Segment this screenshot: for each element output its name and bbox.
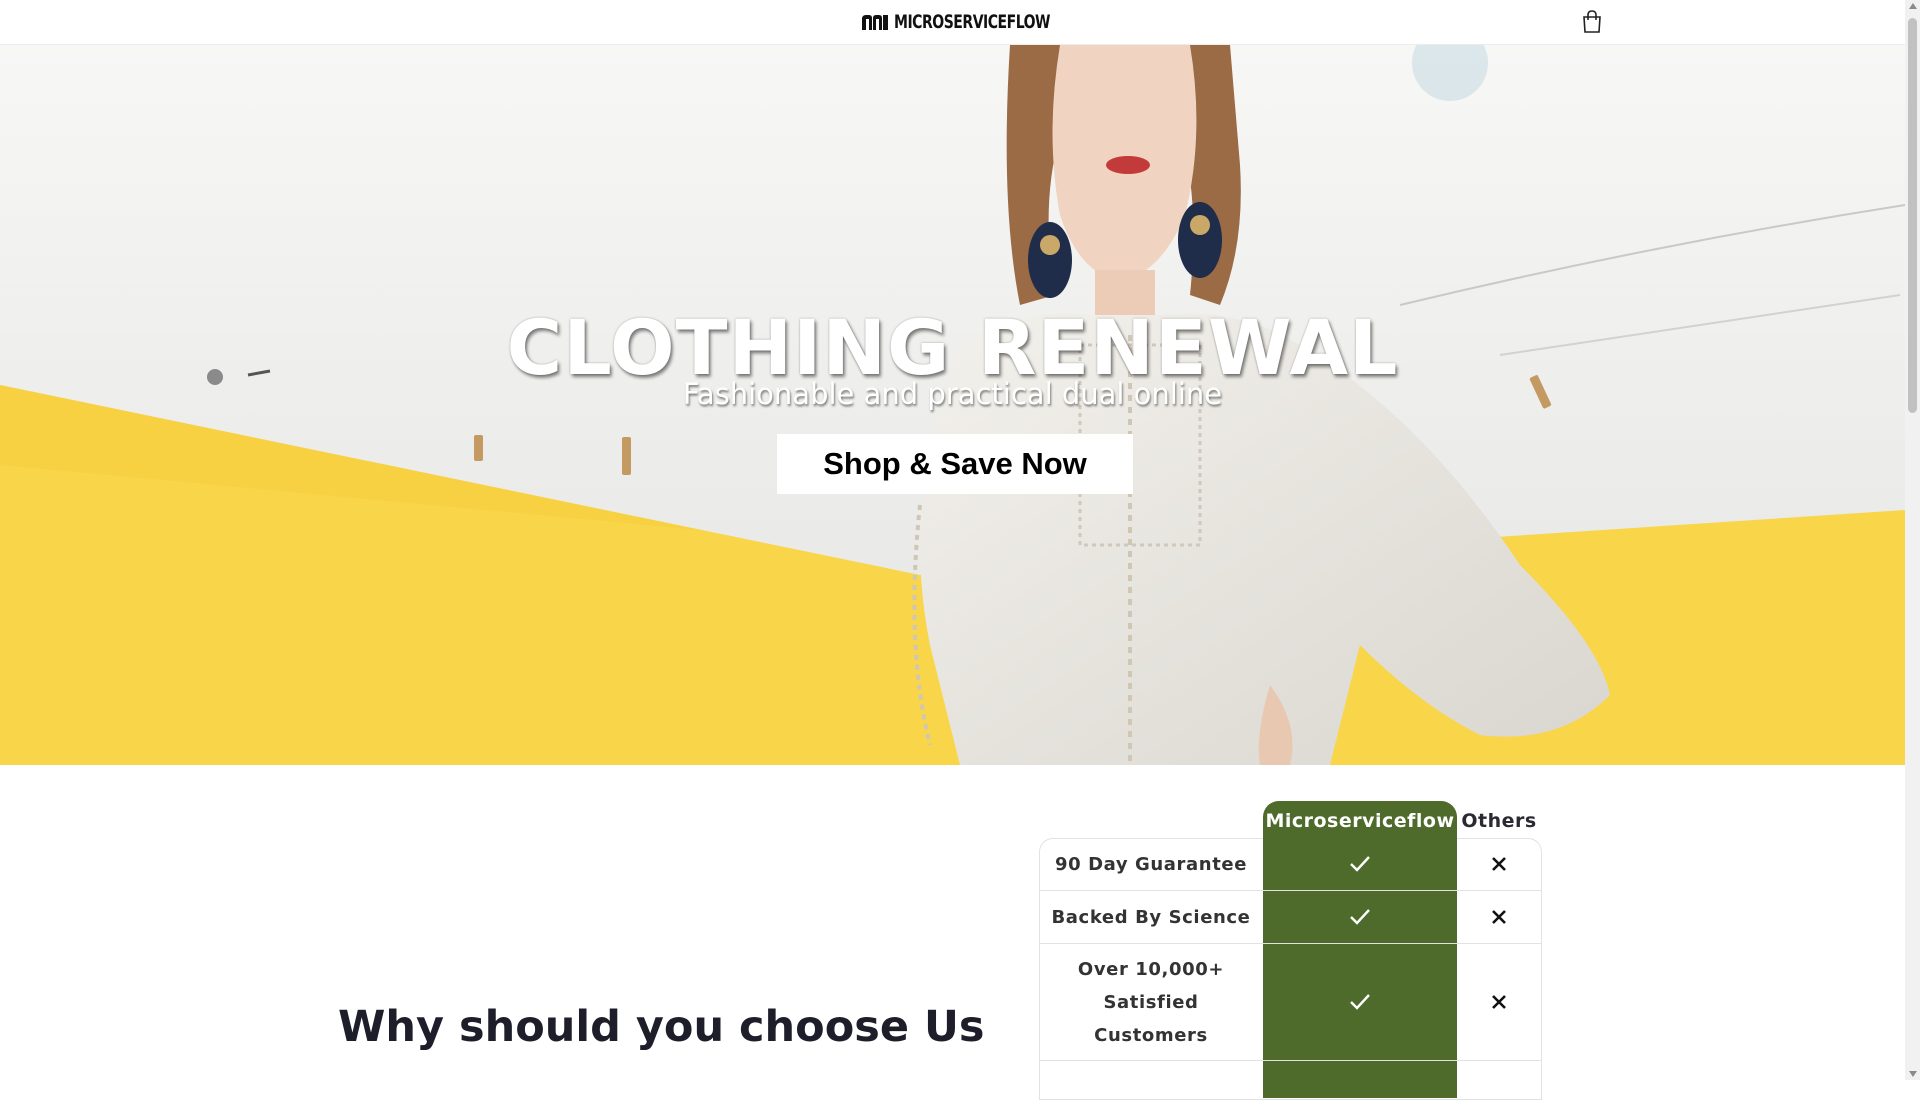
site-header: MICROSERVICEFLOW <box>0 0 1905 45</box>
scroll-up-icon[interactable] <box>1909 3 1917 9</box>
shopping-bag-icon[interactable] <box>1581 10 1603 34</box>
microserviceflow-logo-icon <box>862 15 888 30</box>
site-logo[interactable]: MICROSERVICEFLOW <box>860 11 1084 33</box>
check-icon <box>1263 838 1457 890</box>
page-scrollbar[interactable] <box>1905 0 1920 1080</box>
hero-banner[interactable]: CLOTHING RENEWAL Fashionable and practic… <box>0 45 1905 765</box>
close-icon <box>1457 944 1541 1060</box>
check-icon <box>1263 944 1457 1060</box>
comparison-row: Backed By Science <box>1039 891 1542 944</box>
logo-text: MICROSERVICEFLOW <box>894 11 1051 33</box>
shop-save-now-button[interactable]: Shop & Save Now <box>777 434 1133 494</box>
check-icon <box>1263 891 1457 943</box>
close-icon <box>1457 838 1541 890</box>
scroll-down-icon[interactable] <box>1909 1071 1917 1077</box>
others-column-heading: Others <box>1461 810 1537 832</box>
comparison-row-label: 90 Day Guarantee <box>1054 853 1248 875</box>
why-choose-us-heading: Why should you choose Us <box>338 1002 985 1052</box>
comparison-row-label: Over 10,000+ Satisfied Customers <box>1077 958 1225 1046</box>
comparison-row: Over 10,000+ Satisfied Customers <box>1039 944 1542 1061</box>
close-icon <box>1457 891 1541 943</box>
comparison-row: 90 Day Guarantee <box>1039 838 1542 891</box>
scrollbar-thumb[interactable] <box>1908 18 1917 413</box>
comparison-row-label: Backed By Science <box>1051 906 1251 928</box>
hero-subtitle: Fashionable and practical dual online <box>682 377 1223 411</box>
